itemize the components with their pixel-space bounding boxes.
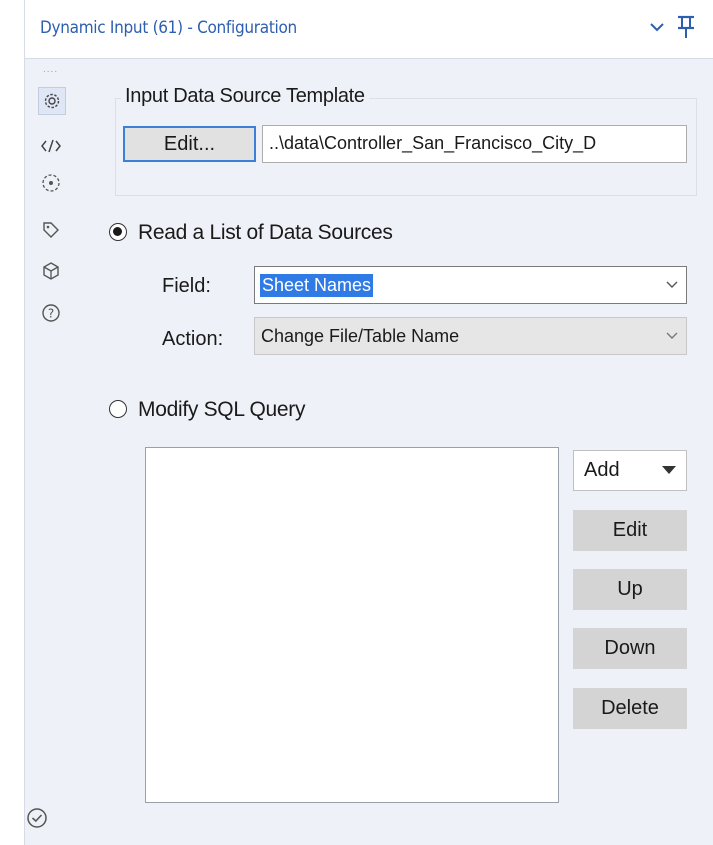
read-list-radio[interactable] (109, 223, 127, 241)
edit-template-button[interactable]: Edit... (123, 126, 256, 162)
add-button[interactable]: Add (573, 450, 687, 491)
pin-icon[interactable] (675, 14, 697, 40)
action-label: Action: (162, 328, 224, 350)
cube-icon[interactable] (39, 259, 63, 283)
check-circle-icon (27, 808, 47, 828)
tag-icon[interactable] (39, 218, 63, 242)
add-button-label: Add (584, 459, 620, 481)
dropdown-triangle-icon (662, 466, 676, 474)
sql-actions-list[interactable] (145, 447, 559, 803)
edit-sql-button[interactable]: Edit (573, 510, 687, 551)
help-icon[interactable]: ? (39, 301, 63, 325)
modify-sql-label[interactable]: Modify SQL Query (138, 398, 305, 422)
drag-grip[interactable]: .... (43, 64, 58, 75)
field-selected-value: Sheet Names (260, 274, 374, 297)
read-list-label[interactable]: Read a List of Data Sources (138, 221, 393, 245)
up-button[interactable]: Up (573, 569, 687, 610)
template-path-field[interactable]: ..\data\Controller_San_Francisco_City_D (262, 125, 687, 163)
modify-sql-radio[interactable] (109, 400, 127, 418)
template-legend: Input Data Source Template (121, 85, 369, 108)
field-label: Field: (162, 275, 211, 297)
gear-icon[interactable] (38, 87, 66, 115)
chevron-down-icon[interactable] (648, 18, 666, 36)
svg-text:?: ? (48, 307, 54, 321)
panel-title: Dynamic Input (61) - Configuration (40, 18, 297, 38)
field-dropdown[interactable]: Sheet Names (254, 266, 687, 304)
down-button[interactable]: Down (573, 628, 687, 669)
action-dropdown[interactable]: Change File/Table Name (254, 317, 687, 355)
chevron-down-icon (666, 332, 678, 339)
code-icon[interactable] (39, 134, 63, 158)
configuration-panel: Dynamic Input (61) - Configuration .... … (24, 0, 713, 845)
delete-button[interactable]: Delete (573, 688, 687, 729)
panel-title-bar: Dynamic Input (61) - Configuration (25, 0, 713, 59)
connection-icon[interactable] (39, 171, 63, 195)
action-selected-value: Change File/Table Name (261, 326, 460, 346)
chevron-down-icon (666, 281, 678, 288)
